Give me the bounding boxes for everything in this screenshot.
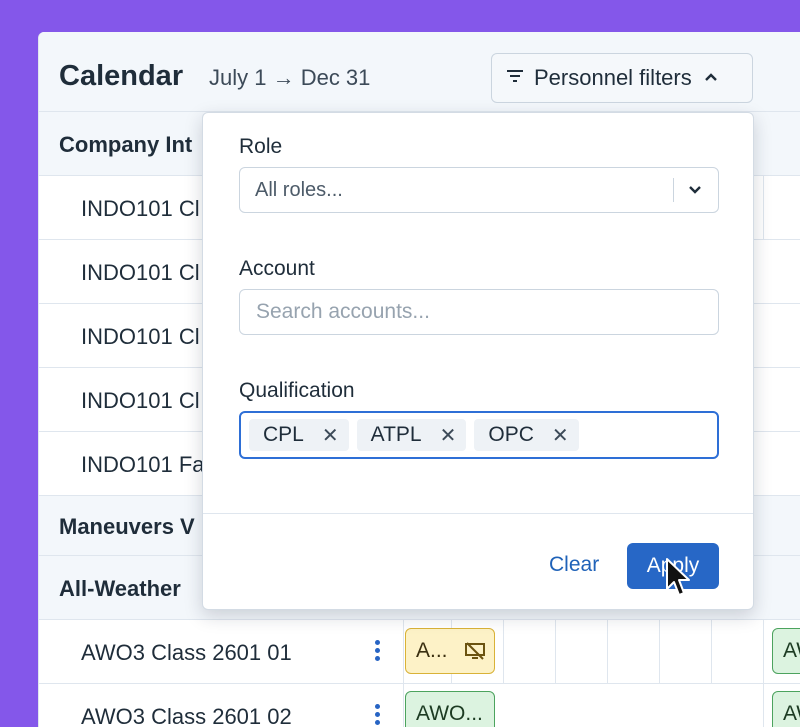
event-chip-label: AW (783, 702, 800, 725)
qualification-tag: OPC ✕ (474, 419, 579, 451)
row-label: INDO101 Cl (81, 260, 200, 285)
event-chip[interactable]: AW (772, 691, 800, 727)
row-label: AWO3 Class 2601 01 (81, 640, 292, 665)
row-label: AWO3 Class 2601 02 (81, 704, 292, 727)
event-chip[interactable]: A... (405, 628, 495, 674)
personnel-filters-popover: Role All roles... Account Qualification … (202, 112, 754, 610)
table-row: AWO3 Class 2601 01 A... AW (39, 620, 800, 684)
screen-off-icon (464, 642, 486, 660)
qualification-tag-label: OPC (488, 423, 534, 446)
row-label: INDO101 Cl (81, 196, 200, 221)
personnel-filters-button[interactable]: Personnel filters (491, 53, 753, 103)
row-label: INDO101 Fa (81, 452, 205, 477)
event-chip[interactable]: AWO... (405, 691, 495, 727)
event-chip-label: AWO... (416, 702, 483, 725)
row-label: INDO101 Cl (81, 324, 200, 349)
chevron-down-icon[interactable] (688, 182, 702, 200)
group-label: All-Weather (59, 576, 181, 601)
clear-button[interactable]: Clear (549, 553, 599, 577)
select-divider (673, 178, 674, 202)
row-label: INDO101 Cl (81, 388, 200, 413)
qualification-tag-label: ATPL (370, 423, 422, 446)
personnel-filters-label: Personnel filters (534, 65, 692, 90)
page-title: Calendar (59, 60, 184, 92)
remove-tag-icon[interactable]: ✕ (322, 423, 339, 448)
row-menu-icon[interactable] (373, 704, 381, 725)
row-menu-icon[interactable] (373, 640, 381, 661)
filter-icon (506, 69, 524, 88)
qualification-tag: ATPL ✕ (356, 419, 467, 451)
chevron-up-icon (704, 69, 718, 87)
qualification-multiselect[interactable]: CPL ✕ ATPL ✕ OPC ✕ (239, 411, 719, 459)
remove-tag-icon[interactable]: ✕ (440, 423, 457, 448)
event-chip-label: AW (783, 639, 800, 662)
event-chip-label: A... (416, 639, 448, 662)
qualification-tag: CPL ✕ (249, 419, 349, 451)
role-select-value: All roles... (255, 179, 343, 201)
table-row: AWO3 Class 2601 02 AWO... AW (39, 684, 800, 727)
calendar-header: Calendar July 1 → Dec 31 Personnel filte… (39, 32, 800, 112)
role-label: Role (239, 135, 283, 158)
popover-divider (203, 513, 753, 514)
group-label: Company Int (59, 132, 193, 157)
role-select[interactable]: All roles... (239, 167, 719, 213)
date-range: July 1 → Dec 31 (209, 65, 371, 90)
account-label: Account (239, 257, 315, 280)
group-label: Maneuvers V (59, 514, 195, 539)
event-chip[interactable]: AW (772, 628, 800, 674)
remove-tag-icon[interactable]: ✕ (552, 423, 569, 448)
account-search-input[interactable] (239, 289, 719, 335)
qualification-label: Qualification (239, 379, 355, 402)
mouse-cursor-icon (665, 557, 693, 604)
qualification-tag-label: CPL (263, 423, 304, 446)
